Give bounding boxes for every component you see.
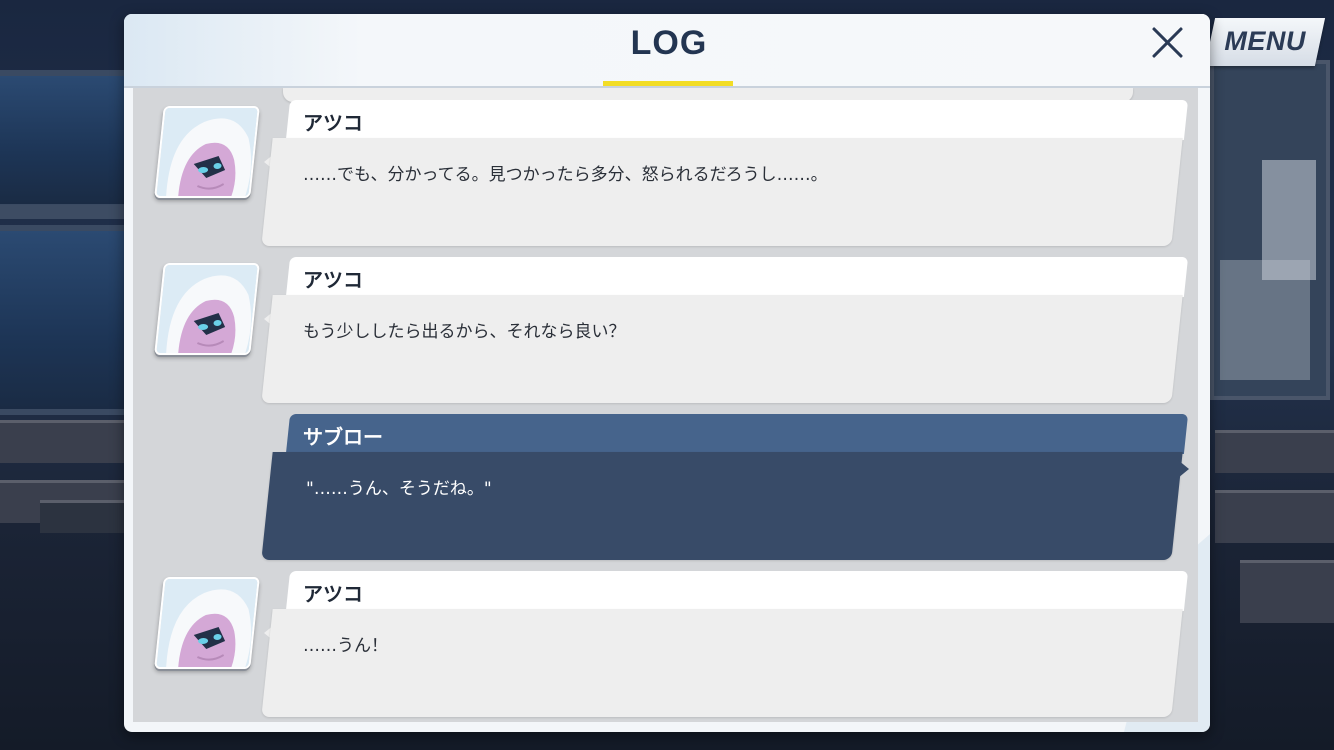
dialogue-text: ……でも、分かってる。見つかったら多分、怒られるだろうし……。 bbox=[303, 165, 828, 185]
character-avatar bbox=[153, 263, 261, 355]
speaker-name: アツコ bbox=[303, 111, 363, 135]
dialogue-box bbox=[261, 295, 1183, 403]
dialogue-box bbox=[261, 609, 1183, 717]
character-avatar bbox=[153, 106, 261, 198]
speaker-bar bbox=[285, 571, 1189, 611]
atsuko-portrait-icon bbox=[155, 108, 260, 198]
dialogue-text: もう少ししたら出るから、それなら良い？ bbox=[303, 322, 626, 342]
dialogue-text: ……うん！ bbox=[303, 636, 388, 656]
log-entry: アツコ もう少ししたら出るから、それなら良い？ bbox=[133, 257, 1198, 407]
log-list[interactable]: アツコ ……でも、分かってる。見つかったら多分、怒られるだろうし……。 アツコ … bbox=[133, 88, 1198, 722]
log-entry: アツコ ……うん！ bbox=[133, 571, 1198, 721]
character-avatar bbox=[153, 577, 261, 669]
speaker-name: アツコ bbox=[303, 582, 363, 606]
dialogue-box bbox=[261, 452, 1183, 560]
speaker-bar bbox=[285, 257, 1189, 297]
atsuko-portrait-icon bbox=[155, 265, 260, 355]
log-panel: LOG アツコ ……でも、分かってる。見つかったら多分、怒られるだろうし……。 … bbox=[124, 14, 1210, 732]
speaker-bar bbox=[285, 414, 1189, 454]
dialogue-box bbox=[261, 138, 1183, 246]
speaker-bar bbox=[285, 100, 1189, 140]
log-title: LOG bbox=[630, 24, 708, 62]
close-icon[interactable] bbox=[1148, 22, 1188, 62]
menu-button-label: MENU bbox=[1224, 26, 1306, 56]
log-entry: アツコ ……でも、分かってる。見つかったら多分、怒られるだろうし……。 bbox=[133, 100, 1198, 250]
speaker-name: サブロー bbox=[303, 425, 383, 449]
atsuko-portrait-icon bbox=[155, 579, 260, 669]
dialogue-text: "……うん、そうだね。" bbox=[306, 479, 492, 499]
menu-button[interactable]: MENU bbox=[1204, 18, 1326, 66]
speech-pointer bbox=[1178, 460, 1189, 478]
log-entry-player: サブロー "……うん、そうだね。" bbox=[133, 414, 1198, 564]
speaker-name: アツコ bbox=[303, 268, 363, 292]
